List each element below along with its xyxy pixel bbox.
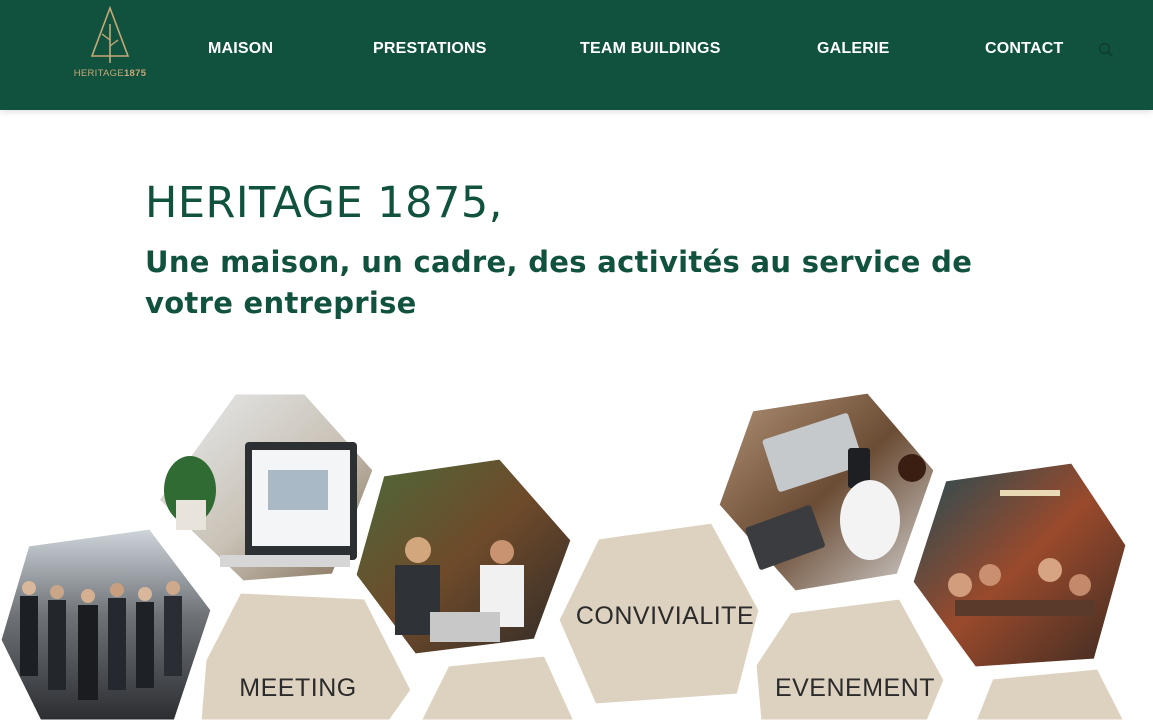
tablet-coffee-photo xyxy=(716,390,937,594)
hexagon-grid: MEETING CONVIVIALITE EVENEMENT xyxy=(0,390,1129,721)
blank-tile-center xyxy=(418,653,577,721)
evenement-label: EVENEMENT xyxy=(775,674,935,702)
restaurant-crowd-photo xyxy=(910,460,1129,670)
logo-wordmark: HERITAGE1875 xyxy=(73,68,147,79)
page-subtitle: Une maison, un cadre, des activités au s… xyxy=(145,245,973,320)
nav-galerie[interactable]: GALERIE xyxy=(817,40,890,58)
blank-tile-right xyxy=(973,666,1127,721)
laptop-office-photo xyxy=(156,391,376,584)
main-nav: MAISON PRESTATIONS TEAM BUILDINGS GALERI… xyxy=(0,40,1153,62)
nav-team-buildings[interactable]: TEAM BUILDINGS xyxy=(580,40,721,58)
nav-maison[interactable]: MAISON xyxy=(208,40,273,58)
business-team-photo xyxy=(0,526,214,721)
meeting-label: MEETING xyxy=(239,674,356,702)
convivialite-label: CONVIVIALITE xyxy=(576,602,754,630)
nav-prestations[interactable]: PRESTATIONS xyxy=(373,40,487,58)
site-header: HERITAGE1875 MAISON PRESTATIONS TEAM BUI… xyxy=(0,0,1153,110)
evenement-tile[interactable] xyxy=(753,596,947,721)
search-icon[interactable] xyxy=(1098,42,1114,58)
meeting-pair-photo xyxy=(353,456,574,657)
page-title: HERITAGE 1875, xyxy=(145,178,503,228)
hexagon-collage: MEETING CONVIVIALITE EVENEMENT xyxy=(0,380,1153,721)
nav-contact[interactable]: CONTACT xyxy=(985,40,1063,58)
